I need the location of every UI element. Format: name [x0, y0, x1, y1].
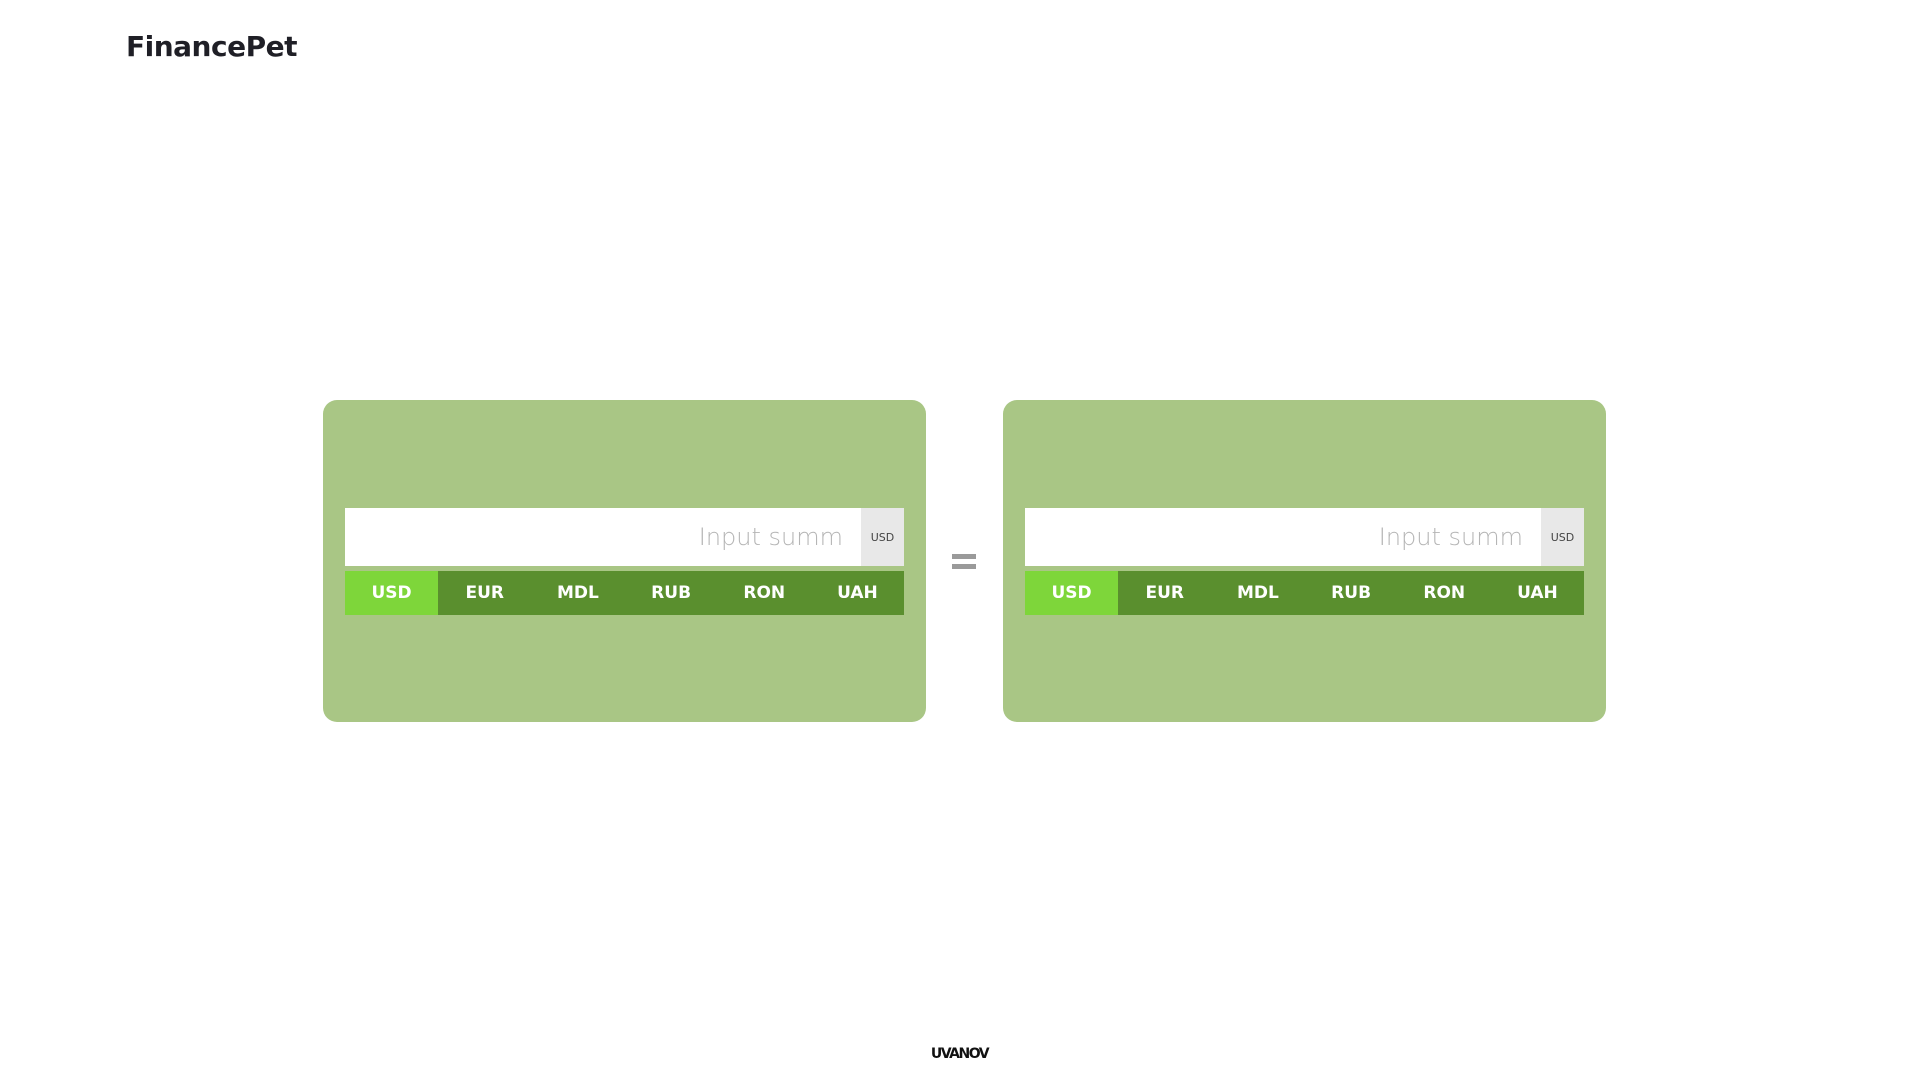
currency-button-eur[interactable]: EUR — [1118, 571, 1212, 615]
currency-button-mdl[interactable]: MDL — [1211, 571, 1305, 615]
currency-button-usd[interactable]: USD — [1025, 571, 1119, 615]
currency-button-rub[interactable]: RUB — [1304, 571, 1398, 615]
amount-input-row: USD — [1025, 508, 1584, 566]
currency-button-mdl[interactable]: MDL — [531, 571, 625, 615]
page: FinancePet USD USD EUR MDL RUB RON UAH U… — [0, 0, 1919, 1079]
footer-brand[interactable]: UVANOV — [0, 1046, 1919, 1062]
unit-badge-from: USD — [861, 508, 904, 566]
amount-input-from[interactable] — [345, 508, 861, 566]
converter-card-to: USD USD EUR MDL RUB RON UAH — [1003, 400, 1606, 722]
currency-button-eur[interactable]: EUR — [438, 571, 532, 615]
currency-selector-to: USD EUR MDL RUB RON UAH — [1025, 571, 1585, 615]
currency-button-uah[interactable]: UAH — [1490, 571, 1585, 615]
currency-selector-from: USD EUR MDL RUB RON UAH — [345, 571, 905, 615]
amount-input-to[interactable] — [1025, 508, 1541, 566]
unit-badge-to: USD — [1541, 508, 1584, 566]
converter-card-from: USD USD EUR MDL RUB RON UAH — [323, 400, 926, 722]
currency-button-ron[interactable]: RON — [717, 571, 811, 615]
currency-button-uah[interactable]: UAH — [810, 571, 905, 615]
amount-input-row: USD — [345, 508, 904, 566]
currency-button-ron[interactable]: RON — [1397, 571, 1491, 615]
equals-bar-bottom — [952, 564, 976, 569]
currency-button-rub[interactable]: RUB — [624, 571, 718, 615]
equals-icon — [950, 550, 980, 570]
app-logo[interactable]: FinancePet — [126, 30, 297, 63]
currency-button-usd[interactable]: USD — [345, 571, 439, 615]
equals-bar-top — [952, 554, 976, 559]
